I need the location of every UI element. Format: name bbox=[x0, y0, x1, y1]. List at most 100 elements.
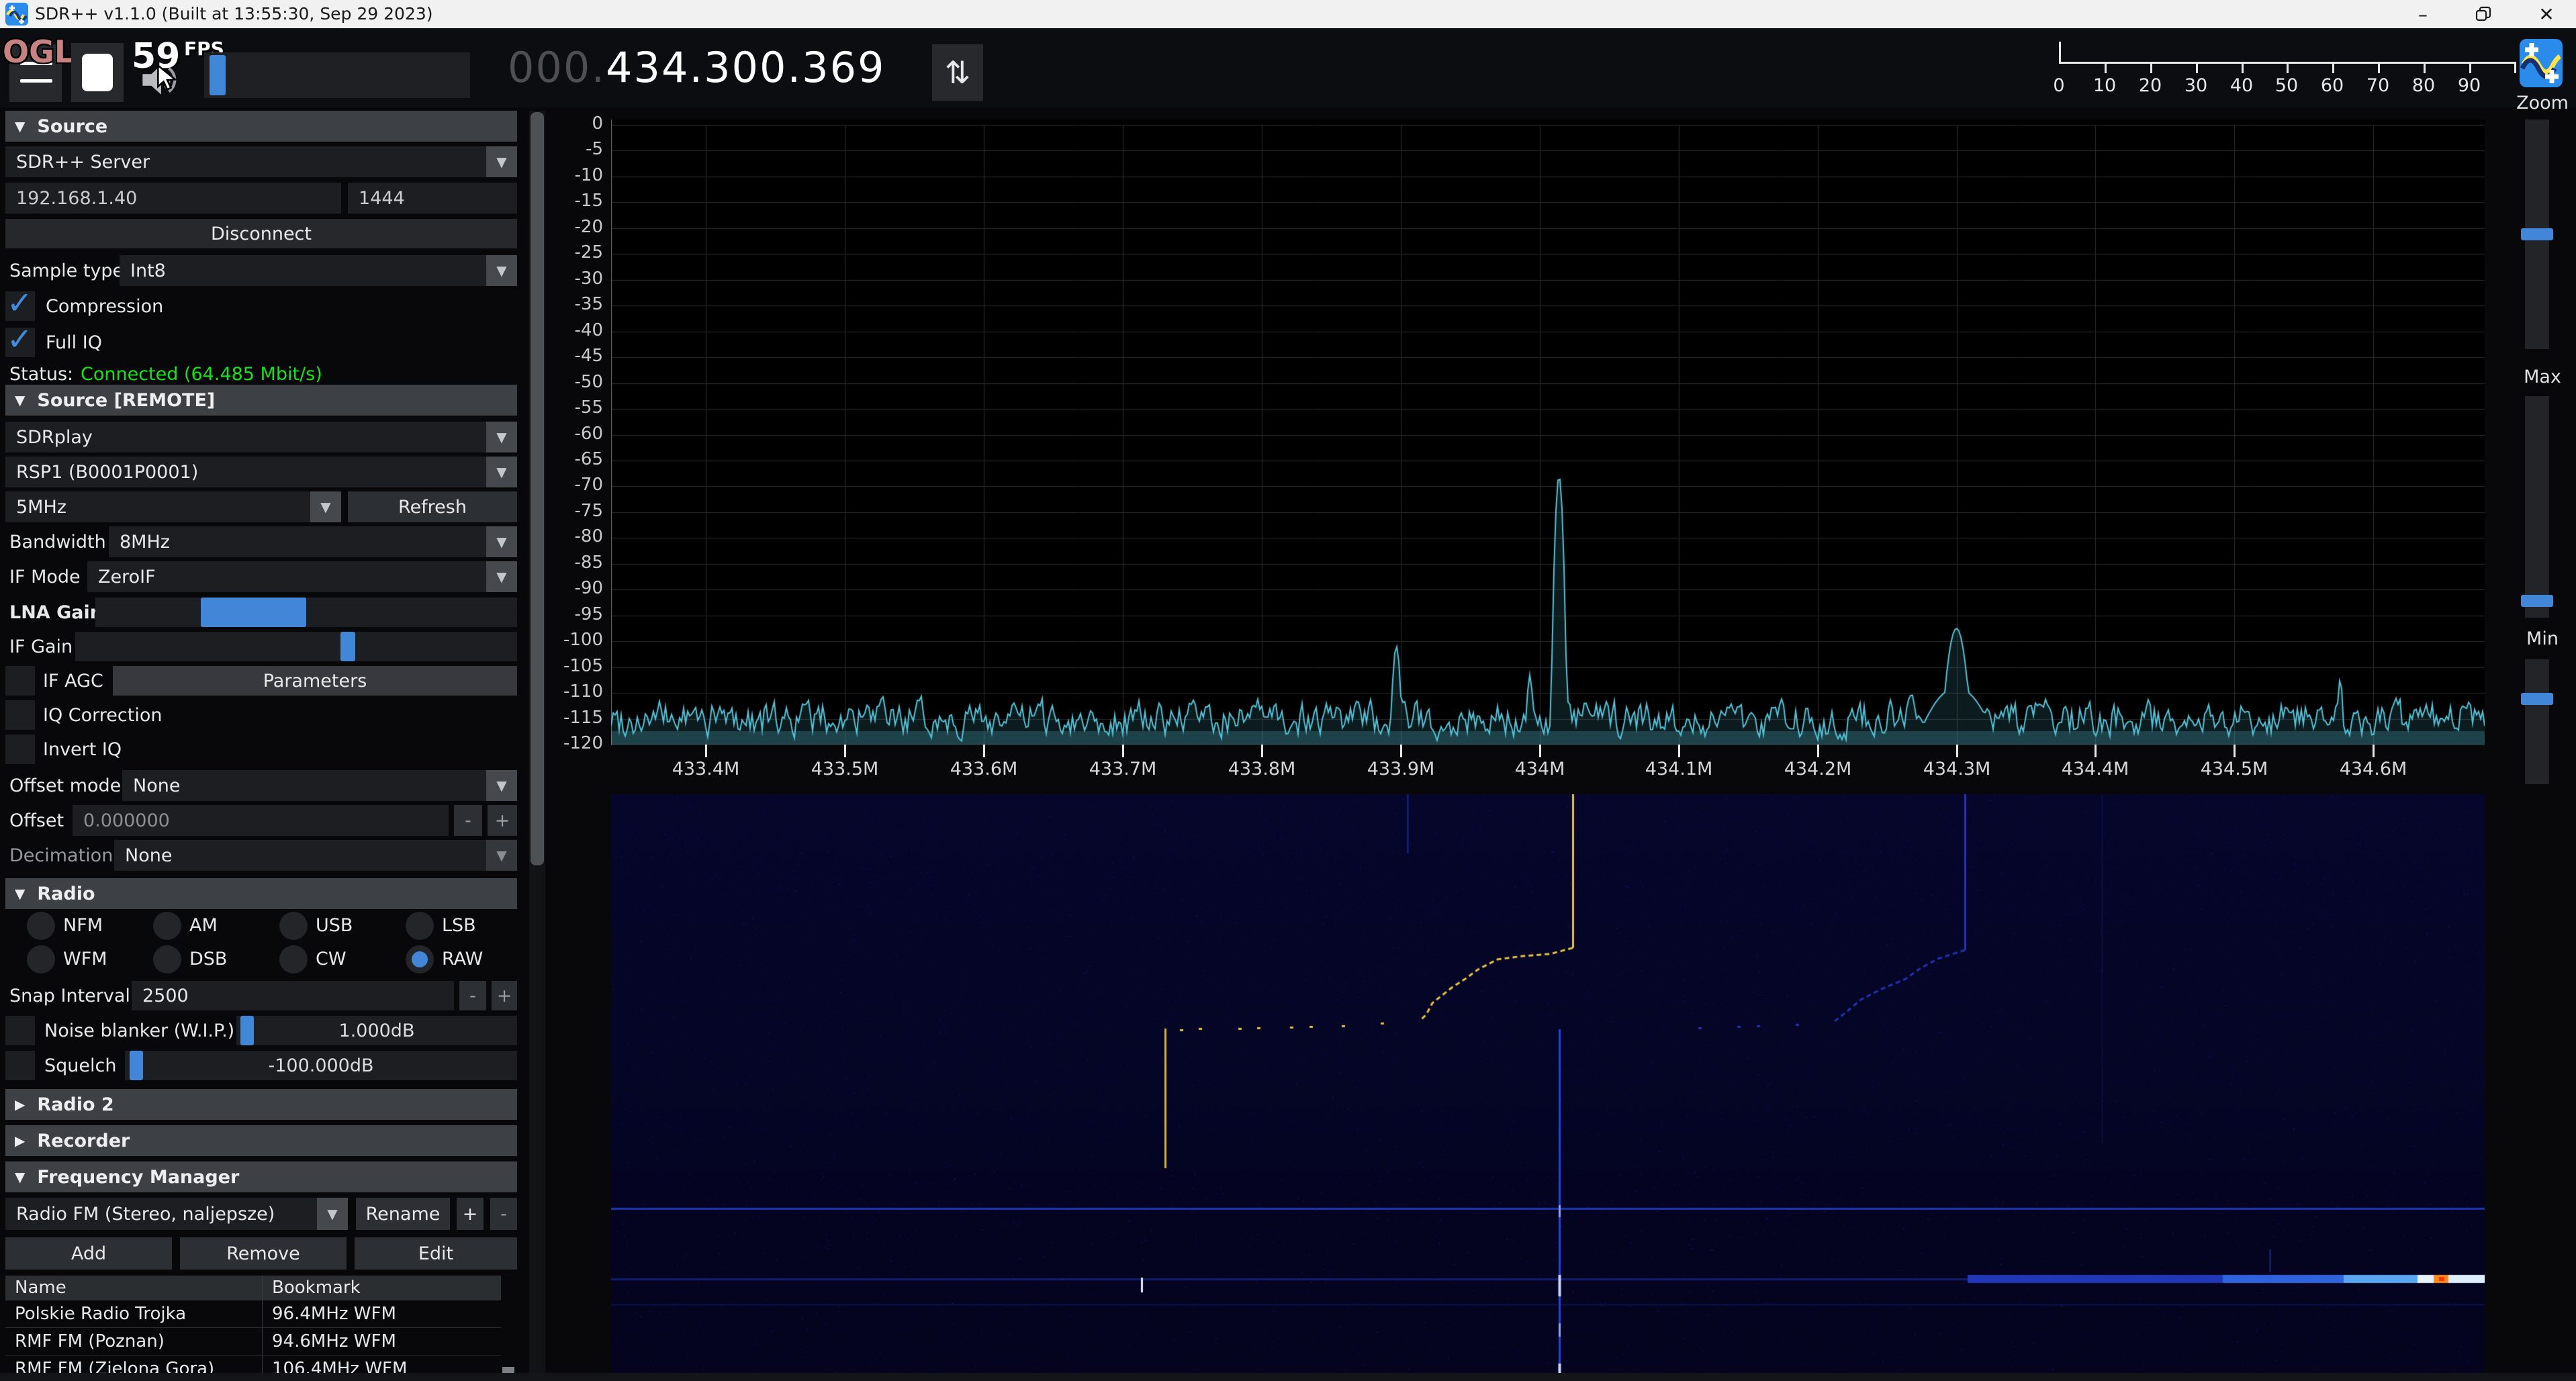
stop-button[interactable] bbox=[71, 43, 124, 102]
status-value: Connected (64.485 Mbit/s) bbox=[81, 363, 322, 385]
close-button[interactable]: ✕ bbox=[2528, 0, 2565, 28]
chevron-down-icon[interactable]: ▼ bbox=[486, 840, 517, 871]
snap-plus-button[interactable]: + bbox=[492, 981, 517, 1010]
if-gain-slider[interactable] bbox=[75, 632, 517, 661]
mode-radio-raw[interactable] bbox=[406, 945, 434, 973]
table-row[interactable]: RMF FM (Poznan)94.6MHz WFM bbox=[5, 1328, 501, 1355]
lna-gain-handle[interactable] bbox=[201, 598, 306, 627]
db-tick-label: -115 bbox=[510, 708, 603, 728]
full-iq-checkbox[interactable]: ✓ bbox=[5, 328, 35, 357]
max-slider-handle[interactable] bbox=[2521, 595, 2553, 607]
mode-label-nfm: NFM bbox=[63, 912, 103, 940]
db-tick-label: -40 bbox=[510, 320, 603, 340]
offset-minus-button[interactable]: - bbox=[454, 805, 482, 836]
stop-icon bbox=[82, 54, 113, 91]
panel-header-radio2[interactable]: ▶ Radio 2 bbox=[5, 1089, 517, 1120]
fft-spectrum-plot[interactable] bbox=[611, 120, 2485, 745]
if-agc-checkbox[interactable] bbox=[5, 666, 35, 696]
squelch-slider[interactable]: -100.000dB bbox=[125, 1051, 517, 1080]
compression-checkbox[interactable]: ✓ bbox=[5, 291, 35, 321]
chevron-down-icon[interactable]: ▼ bbox=[317, 1198, 348, 1230]
if-gain-handle[interactable] bbox=[340, 632, 355, 661]
waterfall-display[interactable] bbox=[611, 794, 2485, 1373]
db-tick-label: -85 bbox=[510, 553, 603, 573]
host-input[interactable]: 192.168.1.40 bbox=[5, 183, 341, 213]
mode-radio-usb[interactable] bbox=[279, 912, 308, 940]
list-remove-button[interactable]: - bbox=[490, 1198, 517, 1230]
rename-button[interactable]: Rename bbox=[356, 1198, 450, 1230]
invert-iq-checkbox[interactable] bbox=[5, 734, 35, 764]
sample-type-dropdown[interactable]: Int8 ▼ bbox=[120, 255, 517, 286]
db-tick-label: -25 bbox=[510, 242, 603, 263]
snr-tick-label: 20 bbox=[2130, 75, 2170, 96]
snr-tick-label: 80 bbox=[2403, 75, 2444, 96]
expand-triangle-icon: ▶ bbox=[15, 1133, 25, 1149]
squelch-checkbox[interactable] bbox=[5, 1051, 35, 1080]
title-bar[interactable]: SDR++ v1.1.0 (Built at 13:55:30, Sep 29 … bbox=[0, 0, 2576, 28]
offset-input[interactable]: 0.000000 bbox=[73, 805, 449, 836]
mode-radio-am[interactable] bbox=[153, 912, 181, 940]
minimize-button[interactable]: – bbox=[2404, 0, 2442, 28]
panel-header-radio[interactable]: ▼ Radio bbox=[5, 878, 517, 909]
panel-header-recorder[interactable]: ▶ Recorder bbox=[5, 1125, 517, 1156]
if-mode-dropdown[interactable]: ZeroIF ▼ bbox=[87, 561, 517, 592]
offset-plus-button[interactable]: + bbox=[488, 805, 517, 836]
panel-header-source-remote[interactable]: ▼ Source [REMOTE] bbox=[5, 385, 517, 416]
remote-driver-dropdown[interactable]: SDRplay ▼ bbox=[5, 422, 517, 453]
max-slider[interactable] bbox=[2525, 396, 2549, 618]
min-slider[interactable] bbox=[2525, 659, 2549, 784]
freq-tick bbox=[705, 745, 707, 757]
toolbar: OGL 59 FPS 000.434.300.369 ⇅ 01020304050… bbox=[0, 28, 2576, 107]
mode-radio-dsb[interactable] bbox=[153, 945, 181, 973]
tuning-mode-button[interactable]: ⇅ bbox=[932, 44, 983, 101]
list-add-button[interactable]: + bbox=[457, 1198, 484, 1230]
refresh-button[interactable]: Refresh bbox=[348, 491, 517, 522]
noise-blanker-checkbox[interactable] bbox=[5, 1016, 35, 1045]
snr-tick bbox=[2287, 62, 2289, 73]
zoom-slider-handle[interactable] bbox=[2521, 228, 2553, 240]
mode-radio-wfm[interactable] bbox=[27, 945, 55, 973]
mode-radio-lsb[interactable] bbox=[406, 912, 434, 940]
remove-bookmark-button[interactable]: Remove bbox=[180, 1237, 347, 1270]
parameters-button[interactable]: Parameters bbox=[113, 666, 517, 696]
table-row[interactable]: RMF FM (Zielona Gora)106.4MHz WFM bbox=[5, 1355, 501, 1373]
table-row[interactable]: Polskie Radio Trojka96.4MHz WFM bbox=[5, 1300, 501, 1328]
min-slider-handle[interactable] bbox=[2521, 693, 2553, 705]
frequency-display[interactable]: 000.434.300.369 bbox=[508, 43, 885, 92]
chevron-down-icon[interactable]: ▼ bbox=[486, 770, 517, 801]
disconnect-button[interactable]: Disconnect bbox=[5, 219, 517, 248]
iq-correction-label: IQ Correction bbox=[43, 700, 162, 730]
mode-radio-cw[interactable] bbox=[279, 945, 308, 973]
bookmark-list-dropdown[interactable]: Radio FM (Stereo, naljepsze) ▼ bbox=[5, 1198, 348, 1230]
panel-header-frequency-manager[interactable]: ▼ Frequency Manager bbox=[5, 1161, 517, 1192]
noise-blanker-slider[interactable]: 1.000dB bbox=[236, 1016, 517, 1045]
volume-handle[interactable] bbox=[210, 55, 226, 95]
if-mode-label: IF Mode bbox=[9, 561, 81, 592]
restore-button[interactable] bbox=[2465, 0, 2502, 28]
port-input[interactable]: 1444 bbox=[348, 183, 517, 213]
add-bookmark-button[interactable]: Add bbox=[5, 1237, 172, 1270]
bandwidth-dropdown[interactable]: 8MHz ▼ bbox=[109, 526, 517, 557]
snr-tick-label: 90 bbox=[2449, 75, 2489, 96]
snr-tick-label: 10 bbox=[2084, 75, 2125, 96]
source-device-dropdown[interactable]: SDR++ Server ▼ bbox=[5, 146, 517, 177]
mode-label-dsb: DSB bbox=[189, 945, 227, 973]
snap-minus-button[interactable]: - bbox=[459, 981, 486, 1010]
samplerate-dropdown[interactable]: 5MHz ▼ bbox=[5, 491, 341, 522]
offset-mode-dropdown[interactable]: None ▼ bbox=[122, 770, 517, 801]
panel-header-source[interactable]: ▼ Source bbox=[5, 111, 517, 142]
zoom-slider[interactable] bbox=[2525, 120, 2549, 349]
freq-tick-label: 433.8M bbox=[1208, 759, 1316, 779]
chevron-down-icon[interactable]: ▼ bbox=[310, 491, 341, 522]
snr-tick-label: 50 bbox=[2266, 75, 2307, 96]
snap-interval-input[interactable]: 2500 bbox=[132, 981, 454, 1010]
lna-gain-slider[interactable] bbox=[95, 598, 517, 627]
edit-bookmark-button[interactable]: Edit bbox=[355, 1237, 517, 1270]
iq-correction-checkbox[interactable] bbox=[5, 700, 35, 730]
mode-radio-nfm[interactable] bbox=[27, 912, 55, 940]
remote-device-dropdown[interactable]: RSP1 (B0001P0001) ▼ bbox=[5, 457, 517, 487]
snr-tick bbox=[2469, 62, 2471, 73]
volume-slider[interactable] bbox=[204, 52, 470, 98]
min-slider-label: Min bbox=[2502, 628, 2576, 649]
decimation-dropdown[interactable]: None ▼ bbox=[114, 840, 517, 871]
